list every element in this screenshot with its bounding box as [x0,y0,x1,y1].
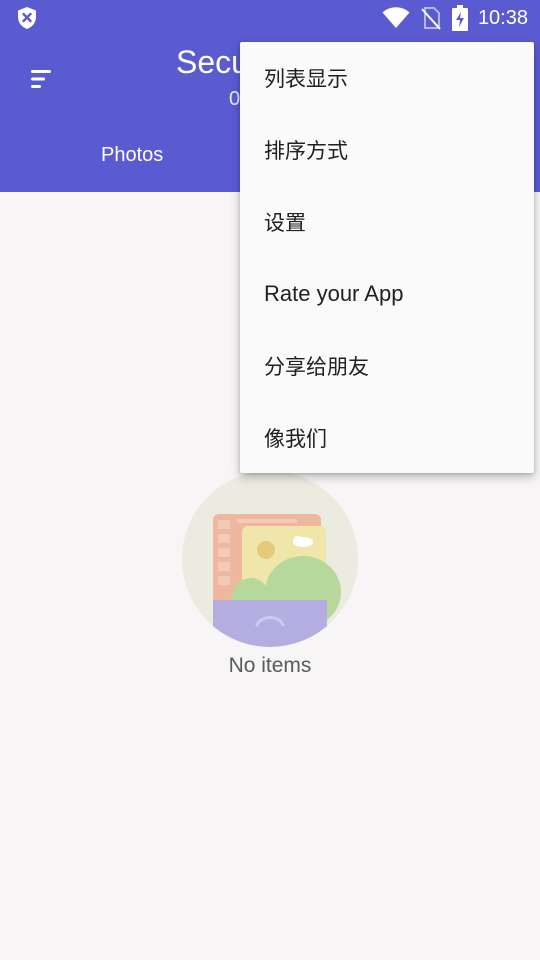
tab-photos[interactable]: Photos [101,144,163,167]
overflow-menu: 列表显示 排序方式 设置 Rate your App 分享给朋友 像我们 [240,42,534,473]
app-subtitle: 0 [229,88,241,110]
status-time: 10:38 [477,6,528,29]
empty-state-text: No items [228,654,312,677]
no-sim-icon [421,7,441,30]
menu-item-share[interactable]: 分享给朋友 [240,330,534,402]
battery-charging-icon [451,5,468,31]
menu-item-like-us[interactable]: 像我们 [240,402,534,474]
wifi-icon [382,7,410,28]
menu-item-rate-app[interactable]: Rate your App [240,258,534,330]
menu-item-sort-by[interactable]: 排序方式 [240,114,534,186]
menu-item-settings[interactable]: 设置 [240,186,534,258]
shield-x-icon [18,7,36,29]
menu-lines-icon[interactable] [24,62,58,96]
status-icons: 10:38 [382,5,528,31]
status-bar: 10:38 [0,0,540,36]
empty-gallery-illustration [182,471,358,647]
app-title: Secu [176,44,249,80]
menu-item-list-view[interactable]: 列表显示 [240,42,534,114]
